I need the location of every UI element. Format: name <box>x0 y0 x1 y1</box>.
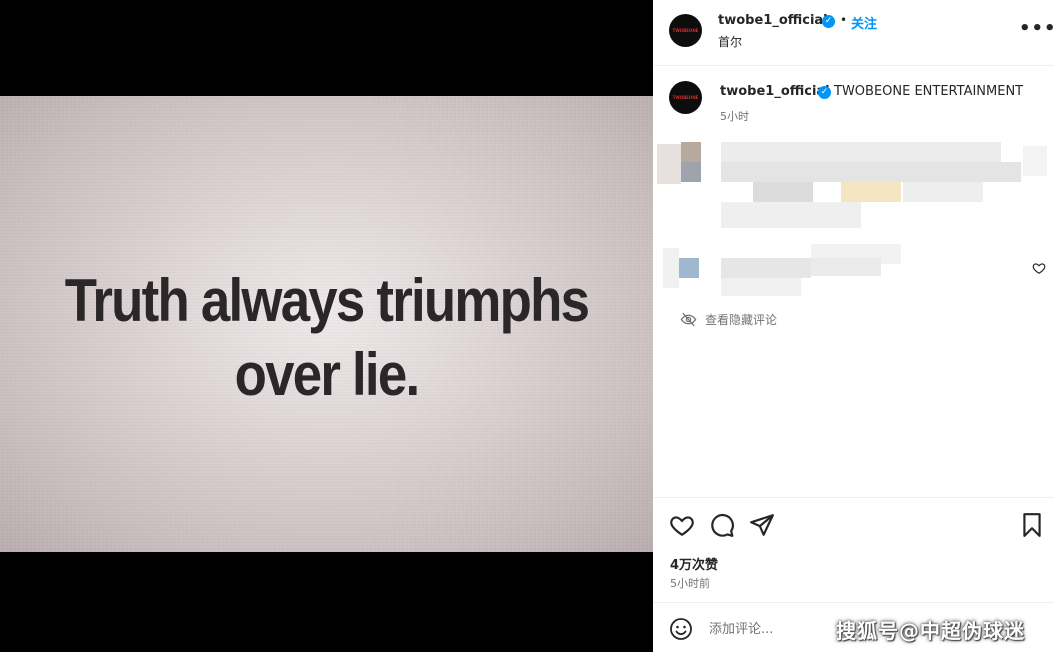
share-send-icon[interactable] <box>749 512 775 538</box>
view-hidden-comments-button[interactable]: 查看隐藏评论 <box>680 311 777 328</box>
blurred-comment-1 <box>653 138 1054 234</box>
blurred-comment-2 <box>653 240 1054 300</box>
likes-count[interactable]: 4万次赞 <box>670 554 718 573</box>
view-hidden-comments-label: 查看隐藏评论 <box>705 313 778 327</box>
separator-dot: • <box>840 13 848 27</box>
post-actions: 4万次赞 5小时前 <box>653 497 1054 602</box>
posted-time: 5小时前 <box>670 577 710 590</box>
like-heart-icon[interactable] <box>669 512 695 538</box>
caption-time: 5小时 <box>720 110 749 123</box>
caption-avatar-logo: TWOBEONE <box>672 95 699 100</box>
more-options-icon[interactable]: ••• <box>1019 18 1054 39</box>
comment-icon[interactable] <box>709 512 735 538</box>
post-image[interactable]: Truth always triumphs over lie. <box>0 96 653 552</box>
caption-text: TWOBEONE ENTERTAINMENT <box>834 84 1024 99</box>
letterbox-top <box>0 0 653 96</box>
caption-verified-badge-icon: ✓ <box>818 86 831 99</box>
letterbox-bottom <box>0 552 653 652</box>
avatar-logo: TWOBEONE <box>672 28 699 33</box>
image-quote-line1: Truth always triumphs <box>64 267 590 334</box>
caption-username[interactable]: twobe1_official <box>720 84 830 99</box>
emoji-smiley-icon[interactable] <box>669 617 693 641</box>
add-comment-bar: 搜狐号@中超伪球迷 <box>653 602 1054 652</box>
location-link[interactable]: 首尔 <box>718 33 742 50</box>
follow-button[interactable]: 关注 <box>851 13 877 32</box>
post-side-panel: TWOBEONE twobe1_official ✓ • 关注 首尔 ••• T… <box>653 0 1054 652</box>
header-username[interactable]: twobe1_official <box>718 13 828 28</box>
avatar[interactable]: TWOBEONE <box>669 14 702 47</box>
image-quote-line2: over lie. <box>234 341 421 408</box>
post-header: TWOBEONE twobe1_official ✓ • 关注 首尔 ••• <box>653 0 1054 66</box>
verified-badge-icon: ✓ <box>822 15 835 28</box>
comment-like-heart-icon[interactable] <box>1032 261 1046 275</box>
watermark-text: 搜狐号@中超伪球迷 <box>836 619 1025 643</box>
post-media: Truth always triumphs over lie. <box>0 0 653 652</box>
bookmark-save-icon[interactable] <box>1019 512 1045 538</box>
instagram-post-viewer: Truth always triumphs over lie. TWOBEONE… <box>0 0 1054 652</box>
caption-avatar[interactable]: TWOBEONE <box>669 81 702 114</box>
image-quote: Truth always triumphs over lie. <box>39 264 614 412</box>
eye-off-icon <box>680 312 697 327</box>
